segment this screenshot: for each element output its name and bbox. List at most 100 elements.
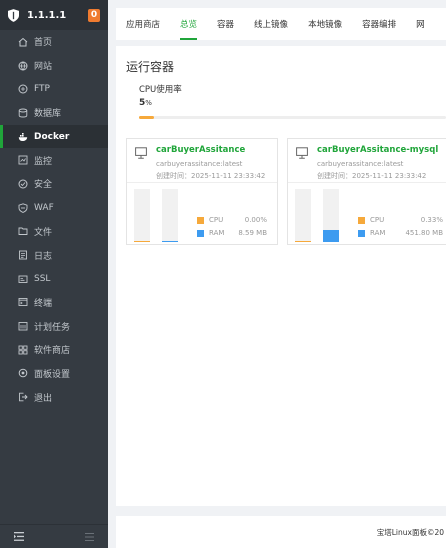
cpu-usage-fill	[139, 116, 155, 119]
sidebar-footer	[0, 524, 108, 548]
cpu-legend-swatch	[197, 216, 204, 224]
ram-stat-value: 451.80 MB	[405, 229, 443, 237]
server-ip: 1.1.1.1	[27, 9, 67, 21]
sidebar-item-log[interactable]: 日志	[0, 243, 108, 267]
collapse-menu-icon[interactable]	[14, 532, 24, 541]
sidebar-item-label: 退出	[34, 393, 53, 404]
cpu-gauge-fill	[134, 241, 150, 242]
sidebar-item-label: WAF	[34, 202, 54, 213]
ram-stat-label: RAM	[370, 229, 386, 237]
sidebar-item-globe[interactable]: 网站	[0, 54, 108, 78]
menu-icon[interactable]	[85, 532, 94, 541]
cpu-gauge-fill	[295, 241, 311, 242]
monitor-icon	[296, 147, 308, 159]
settings-icon	[18, 368, 28, 378]
sidebar-item-docker[interactable]: Docker	[0, 124, 108, 149]
container-card[interactable]: carBuyerAssitance carbuyerassitance:late…	[126, 138, 278, 245]
ram-stat-label: RAM	[209, 229, 225, 237]
database-icon	[18, 108, 28, 118]
tab-item[interactable]: 总览	[170, 8, 207, 40]
docker-tabs: 应用商店 总览 容器 线上镜像 本地镜像 容器编排网	[116, 8, 446, 40]
sidebar-header: 1.1.1.1 0	[0, 0, 108, 30]
sidebar-item-waf[interactable]: WAF	[0, 196, 108, 220]
sidebar-item-database[interactable]: 数据库	[0, 101, 108, 125]
ram-gauge-fill	[162, 240, 178, 242]
tab-item[interactable]: 应用商店	[116, 8, 170, 40]
monitor-icon	[135, 147, 147, 159]
sidebar-item-label: 计划任务	[34, 322, 71, 333]
ram-stat: RAM 451.80 MB	[358, 229, 443, 237]
sidebar-item-ssl[interactable]: SSL	[0, 267, 108, 291]
sidebar-item-label: 监控	[34, 156, 53, 167]
sidebar-item-logout[interactable]: 退出	[0, 385, 108, 409]
globe-icon	[18, 61, 28, 71]
log-icon	[18, 250, 28, 260]
container-image: carbuyerassitance:latest	[156, 160, 243, 168]
waf-icon	[18, 202, 28, 213]
sidebar-item-label: 软件商店	[34, 346, 71, 357]
sidebar-item-label: 终端	[34, 298, 53, 309]
docker-icon	[18, 132, 28, 142]
container-created: 创建时间：2025-11-11 23:33:42	[317, 172, 427, 180]
folder-icon	[18, 226, 28, 236]
sidebar-item-security[interactable]: 安全	[0, 172, 108, 196]
ram-stat: RAM 8.59 MB	[197, 229, 267, 237]
cpu-gauge	[295, 189, 311, 242]
sidebar-item-label: 日志	[34, 251, 53, 262]
sidebar-item-monitor[interactable]: 监控	[0, 148, 108, 172]
sidebar-item-label: 安全	[34, 180, 53, 191]
cpu-stat-label: CPU	[370, 216, 385, 224]
cpu-stat-value: 0.00%	[244, 216, 267, 224]
container-name[interactable]: carBuyerAssitance	[156, 145, 245, 155]
cpu-stat-label: CPU	[209, 216, 224, 224]
tab-item[interactable]: 容器	[207, 8, 244, 40]
sidebar-item-terminal[interactable]: 终端	[0, 291, 108, 315]
tab-item[interactable]: 容器编排	[352, 8, 406, 40]
sidebar-item-folder[interactable]: 文件	[0, 220, 108, 244]
sidebar-item-label: 面板设置	[34, 369, 71, 380]
sidebar-item-settings[interactable]: 面板设置	[0, 362, 108, 386]
sidebar-item-label: 文件	[34, 227, 53, 238]
ram-gauge	[323, 189, 339, 242]
sidebar-item-label: 首页	[34, 38, 53, 49]
sidebar-item-schedule[interactable]: 计划任务	[0, 314, 108, 338]
cpu-gauge	[134, 189, 150, 242]
sidebar-nav: 首页网站 FTP 数据库 Docker 监控安全 WAF 文件日志 SSL 终端计划任务软件商店…	[0, 30, 108, 409]
schedule-icon	[18, 321, 28, 331]
container-name[interactable]: carBuyerAssitance-mysql	[317, 145, 438, 155]
cpu-stat-value: 0.33%	[420, 216, 443, 224]
cpu-stat: CPU 0.33%	[358, 216, 443, 224]
panel-title: 运行容器	[126, 60, 175, 74]
sidebar-item-label: SSL	[34, 273, 51, 284]
shield-icon	[8, 8, 19, 22]
cpu-usage-value: 5%	[139, 98, 152, 108]
sidebar-item-ftp[interactable]: FTP	[0, 77, 108, 101]
notification-badge[interactable]: 0	[88, 8, 100, 22]
footer: 宝塔Linux面板©20	[116, 516, 446, 548]
store-icon	[18, 345, 28, 355]
ram-legend-swatch	[197, 229, 204, 237]
overview-panel: 运行容器 CPU使用率 5% carBuyerAssitance carbuye…	[116, 46, 446, 506]
tab-item[interactable]: 网	[406, 8, 435, 40]
ram-stat-value: 8.59 MB	[238, 229, 267, 237]
security-icon	[18, 179, 28, 189]
ram-legend-swatch	[358, 229, 365, 237]
sidebar-item-store[interactable]: 软件商店	[0, 338, 108, 362]
copyright-text: 宝塔Linux面板©20	[376, 527, 444, 537]
container-created: 创建时间：2025-11-11 23:33:42	[156, 172, 266, 180]
sidebar-item-label: 数据库	[34, 109, 62, 120]
cpu-legend-swatch	[358, 216, 365, 224]
tab-item[interactable]: 线上镜像	[244, 8, 298, 40]
terminal-icon	[18, 297, 28, 307]
card-header: carBuyerAssitance carbuyerassitance:late…	[127, 139, 277, 183]
main-area: 应用商店 总览 容器 线上镜像 本地镜像 容器编排网 运行容器 CPU使用率 5% car…	[108, 0, 446, 548]
home-icon	[18, 37, 28, 47]
logout-icon	[18, 392, 28, 402]
cpu-stat: CPU 0.00%	[197, 216, 267, 224]
sidebar-item-home[interactable]: 首页	[0, 30, 108, 54]
container-card[interactable]: carBuyerAssitance-mysql carbuyerassitanc…	[287, 138, 446, 245]
container-image: carbuyerassitance:latest	[317, 160, 404, 168]
tab-item[interactable]: 本地镜像	[298, 8, 352, 40]
ram-gauge	[162, 189, 178, 242]
ram-gauge-fill	[323, 230, 339, 242]
